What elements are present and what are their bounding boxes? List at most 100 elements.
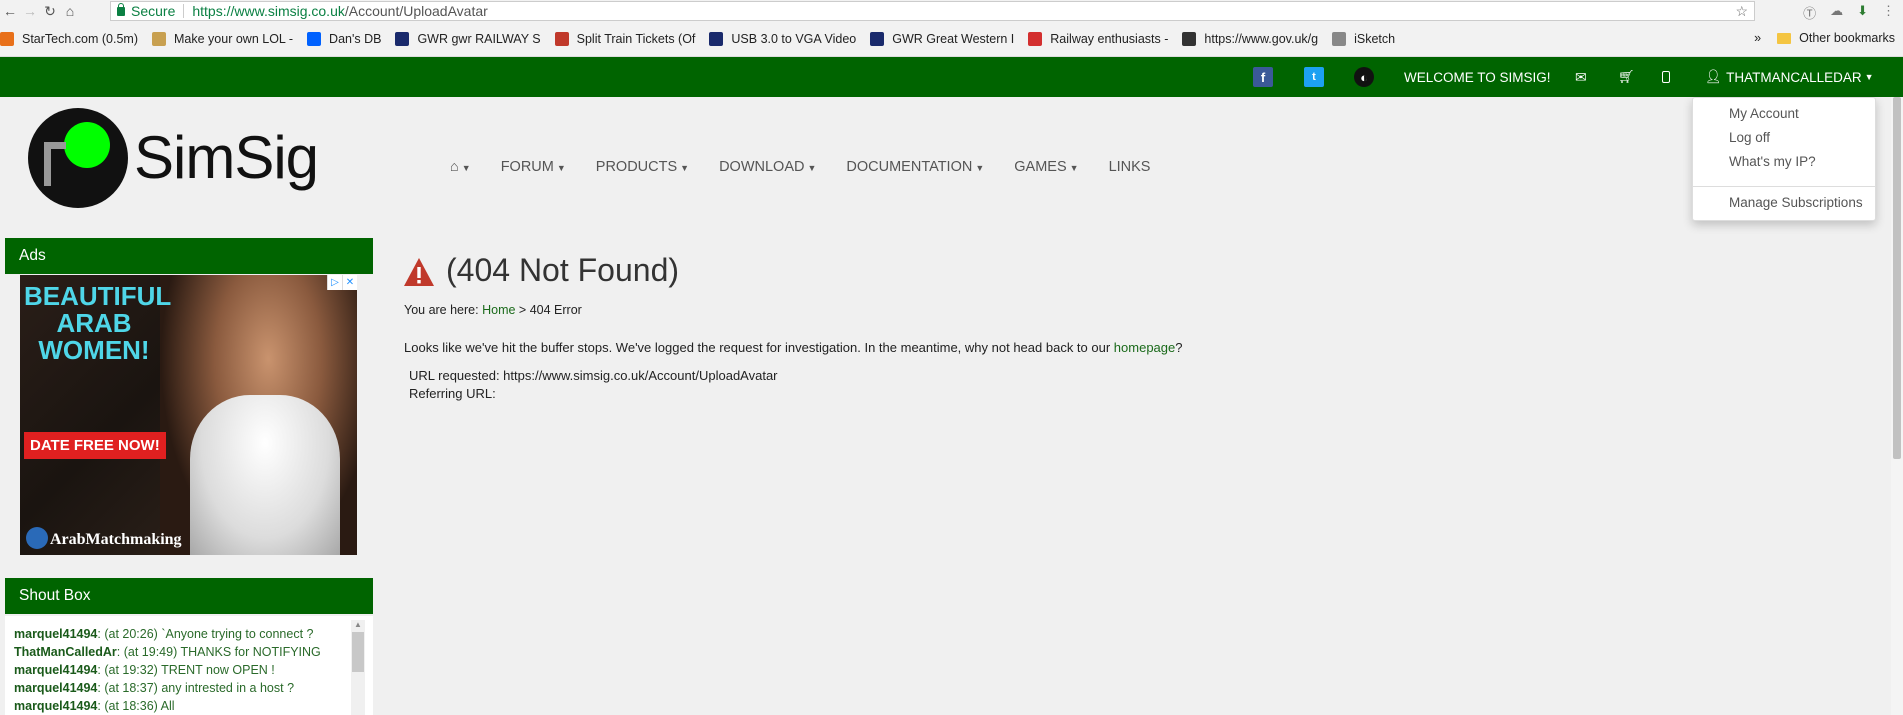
shoutbox-panel-header: Shout Box: [5, 578, 373, 614]
error-message-text: Looks like we've hit the buffer stops. W…: [404, 340, 1114, 355]
chevron-down-icon: ▼: [461, 163, 471, 173]
bookmarks-bar: StarTech.com (0.5m) Make your own LOL - Da…: [0, 22, 1903, 57]
nav-item-games[interactable]: GAMES ▼: [1014, 159, 1078, 175]
page-scrollbar[interactable]: [1891, 97, 1903, 715]
browser-toolbar: ← → ↻ ⌂ Secure https://www.simsig.co.uk /…: [0, 0, 1903, 22]
shout-text: : (at 19:32) TRENT now OPEN !: [97, 663, 275, 677]
user-icon: 👤︎: [1705, 69, 1723, 84]
bookmarks-overflow-button[interactable]: »: [1754, 31, 1761, 45]
bookmark-label: GWR gwr RAILWAY S: [417, 32, 541, 46]
logo-signal-light: [64, 121, 110, 168]
download-extension-icon[interactable]: ⬇: [1857, 3, 1868, 22]
chevron-down-icon: ▼: [556, 163, 566, 173]
logo-text: SimSig: [134, 124, 319, 191]
ad-choices-icon[interactable]: ▷: [327, 275, 342, 290]
ads-panel-header: Ads: [5, 238, 373, 274]
referring-url: Referring URL:: [409, 386, 496, 401]
nav-item-products[interactable]: PRODUCTS ▼: [596, 159, 689, 175]
nav-item-label: PRODUCTS: [595, 159, 678, 175]
bookmark-star-icon[interactable]: ☆: [1735, 3, 1748, 20]
messages-link[interactable]: ✉: [1575, 57, 1587, 97]
menu-item-log-off[interactable]: Log off: [1729, 130, 1770, 145]
homepage-link[interactable]: homepage: [1114, 340, 1175, 355]
extension-icon[interactable]: Ⓣ: [1803, 3, 1816, 22]
shout-text: : (at 18:36) All: [97, 699, 175, 713]
nav-item-forum[interactable]: FORUM ▼: [501, 159, 566, 175]
breadcrumb-prefix: You are here:: [404, 303, 479, 317]
page-scrollbar-thumb[interactable]: [1893, 97, 1901, 459]
bookmark-item[interactable]: Dan's DB: [307, 32, 381, 46]
nav-home[interactable]: ⌂ ▼: [450, 159, 471, 175]
twitter-icon: t: [1304, 67, 1324, 87]
ad-cta-button[interactable]: DATE FREE NOW!: [24, 432, 166, 459]
shout-user[interactable]: marquel41494: [14, 663, 97, 677]
close-icon[interactable]: ✕: [342, 275, 357, 290]
favicon-icon: [1182, 32, 1197, 46]
other-bookmarks-label: Other bookmarks: [1799, 31, 1895, 45]
page-title: (404 Not Found): [446, 252, 680, 288]
lock-icon: [117, 2, 125, 16]
bookmark-item[interactable]: https://www.gov.uk/g: [1182, 32, 1318, 46]
simsig-app-link[interactable]: ◐: [1354, 57, 1374, 97]
bookmark-item[interactable]: Split Train Tickets (Of: [554, 32, 695, 46]
logo-mark: [28, 107, 128, 208]
mobile-link[interactable]: [1662, 57, 1670, 97]
site-logo[interactable]: SimSig: [28, 105, 338, 210]
ad-choices[interactable]: ▷ ✕: [327, 275, 357, 290]
bookmark-item[interactable]: iSketch: [1332, 32, 1395, 46]
reload-icon[interactable]: ↻: [40, 1, 60, 21]
facebook-link[interactable]: f: [1253, 57, 1273, 97]
shout-user[interactable]: marquel41494: [14, 699, 97, 713]
breadcrumb-home-link[interactable]: Home: [482, 303, 515, 317]
other-bookmarks-folder[interactable]: Other bookmarks: [1777, 31, 1895, 45]
menu-dots-icon[interactable]: ⋮: [1882, 3, 1895, 22]
nav-item-label: LINKS: [1108, 159, 1151, 175]
menu-divider: [1693, 186, 1875, 187]
nav-item-links[interactable]: LINKS: [1109, 159, 1151, 175]
error-message-end: ?: [1175, 340, 1183, 355]
scroll-up-icon[interactable]: ▲: [354, 620, 362, 629]
shout-user[interactable]: marquel41494: [14, 681, 97, 695]
shout-text: : (at 20:26) `Anyone trying to connect ?: [97, 627, 314, 641]
shout-text: : (at 18:37) any intrested in a host ?: [97, 681, 295, 695]
nav-item-documentation[interactable]: DOCUMENTATION ▼: [846, 159, 984, 175]
menu-item-manage-subscriptions[interactable]: Manage Subscriptions: [1729, 195, 1863, 210]
bookmark-label: https://www.gov.uk/g: [1204, 32, 1319, 46]
shoutbox-scrollbar[interactable]: ▲: [351, 620, 365, 715]
globe-icon: [26, 527, 48, 549]
favicon-icon: [870, 32, 885, 46]
forward-icon[interactable]: →: [20, 1, 40, 21]
bookmark-item[interactable]: GWR Great Western I: [870, 32, 1014, 46]
ad-image-detail: [190, 395, 340, 555]
bookmark-item[interactable]: Railway enthusiasts -: [1028, 32, 1168, 46]
advertisement[interactable]: BEAUTIFUL ARAB WOMEN! DATE FREE NOW! Ara…: [20, 275, 357, 555]
nav-item-download[interactable]: DOWNLOAD ▼: [719, 159, 816, 175]
favicon-icon: [152, 32, 167, 46]
secure-indicator[interactable]: Secure: [117, 2, 175, 19]
user-dropdown-menu: My Account Log off What's my IP? Manage …: [1692, 97, 1876, 221]
cart-link[interactable]: 🛒︎: [1618, 57, 1635, 97]
bookmark-list: StarTech.com (0.5m) Make your own LOL - Da…: [0, 32, 1409, 46]
back-icon[interactable]: ←: [0, 1, 20, 21]
breadcrumb: You are here: Home > 404 Error: [404, 303, 582, 317]
bookmark-item[interactable]: Make your own LOL -: [152, 32, 293, 46]
address-bar[interactable]: Secure https://www.simsig.co.uk/Account/…: [110, 1, 1755, 21]
menu-item-my-account[interactable]: My Account: [1729, 106, 1799, 121]
bookmark-item[interactable]: StarTech.com (0.5m): [0, 32, 138, 46]
home-icon[interactable]: ⌂: [60, 1, 80, 21]
nav-item-label: DOCUMENTATION: [846, 159, 973, 175]
bookmark-item[interactable]: GWR gwr RAILWAY S: [395, 32, 541, 46]
favicon-icon: [0, 32, 14, 46]
twitter-link[interactable]: t: [1304, 57, 1324, 97]
extension-icon[interactable]: ☁: [1830, 3, 1843, 22]
shout-item: marquel41494: (at 18:36) All: [5, 697, 373, 715]
shout-user[interactable]: ThatManCalledAr: [14, 645, 117, 659]
bookmark-item[interactable]: USB 3.0 to VGA Video: [709, 32, 856, 46]
menu-item-whats-my-ip[interactable]: What's my IP?: [1729, 154, 1816, 169]
shout-user[interactable]: marquel41494: [14, 627, 97, 641]
shoutbox: marquel41494: (at 20:26) `Anyone trying …: [5, 616, 373, 715]
bookmark-label: StarTech.com (0.5m): [22, 32, 139, 46]
user-menu-toggle[interactable]: 👤︎ THATMANCALLEDAR ▼: [1705, 57, 1874, 97]
scrollbar-thumb[interactable]: [352, 632, 364, 672]
mobile-icon: [1662, 71, 1670, 83]
